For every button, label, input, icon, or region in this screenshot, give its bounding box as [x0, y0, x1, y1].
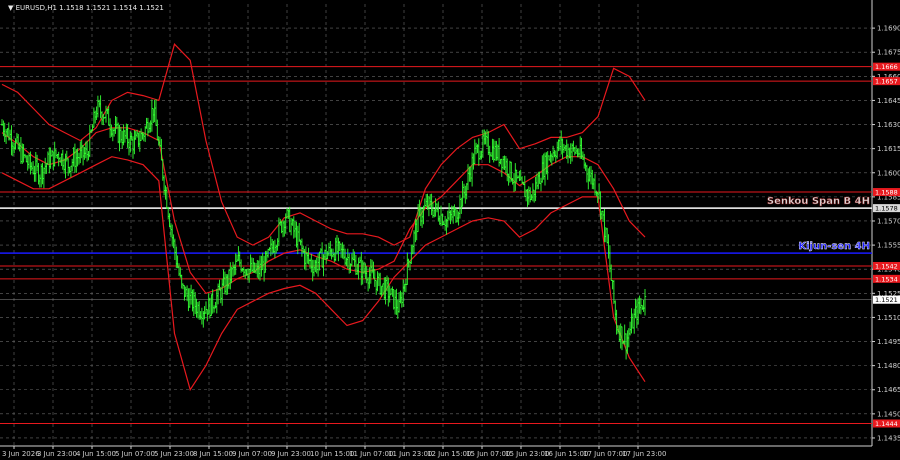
y-tick-label: 1.1480	[877, 362, 900, 370]
x-tick-label: 17 Jun 23:00	[622, 450, 666, 458]
x-tick-label: 5 Jun 07:00	[115, 450, 155, 458]
level-tag-value: 1.1657	[875, 78, 898, 86]
y-tick-label: 1.1645	[877, 97, 900, 105]
y-tick-label: 1.1450	[877, 410, 900, 418]
x-tick-label: 15 Jun 23:00	[505, 450, 549, 458]
y-tick-label: 1.1600	[877, 169, 900, 177]
y-tick-label: 1.1495	[877, 338, 900, 346]
x-tick-label: 15 Jun 07:00	[466, 450, 510, 458]
x-tick-label: 3 Jun 2026	[2, 450, 40, 458]
current-price-value: 1.1521	[875, 296, 898, 304]
y-tick-label: 1.1570	[877, 217, 900, 225]
y-tick-label: 1.1435	[877, 434, 900, 442]
level-tag-value: 1.1444	[875, 420, 898, 428]
x-tick-label: 10 Jun 15:00	[310, 450, 354, 458]
x-tick-label: 5 Jun 23:00	[154, 450, 194, 458]
y-tick-label: 1.1465	[877, 386, 900, 394]
level-tag-value: 1.1542	[875, 262, 898, 270]
x-tick-label: 9 Jun 23:00	[271, 450, 311, 458]
y-tick-label: 1.1690	[877, 25, 900, 33]
y-tick-label: 1.1510	[877, 314, 900, 322]
level-label: Kijun-sen 4H	[798, 241, 870, 252]
level-tag-value: 1.1666	[875, 63, 898, 71]
level-tag-value: 1.1588	[875, 189, 898, 197]
x-tick-label: 8 Jun 15:00	[193, 450, 233, 458]
y-tick-label: 1.1630	[877, 121, 900, 129]
x-tick-label: 17 Jun 07:00	[583, 450, 627, 458]
level-label: Senkou Span B 4H	[767, 196, 870, 207]
x-tick-label: 16 Jun 15:00	[544, 450, 588, 458]
x-tick-label: 3 Jun 23:00	[37, 450, 77, 458]
level-tag-value: 1.1578	[875, 205, 898, 213]
x-tick-label: 11 Jun 07:00	[349, 450, 393, 458]
x-tick-label: 12 Jun 15:00	[427, 450, 471, 458]
level-tag-value: 1.1534	[875, 275, 898, 283]
x-tick-label: 9 Jun 07:00	[232, 450, 272, 458]
y-tick-label: 1.1555	[877, 242, 900, 250]
y-tick-label: 1.1675	[877, 49, 900, 57]
y-tick-label: 1.1615	[877, 145, 900, 153]
symbol-header: ▼ EURUSD,H1 1.1518 1.1521 1.1514 1.1521	[8, 4, 164, 12]
price-chart: Senkou Span B 4H Kijun-sen 4H 1.1690 1.167…	[0, 0, 900, 460]
x-tick-label: 4 Jun 15:00	[76, 450, 116, 458]
x-tick-label: 11 Jun 23:00	[388, 450, 432, 458]
chart-container: Senkou Span B 4H Kijun-sen 4H 1.1690 1.167…	[0, 0, 900, 460]
